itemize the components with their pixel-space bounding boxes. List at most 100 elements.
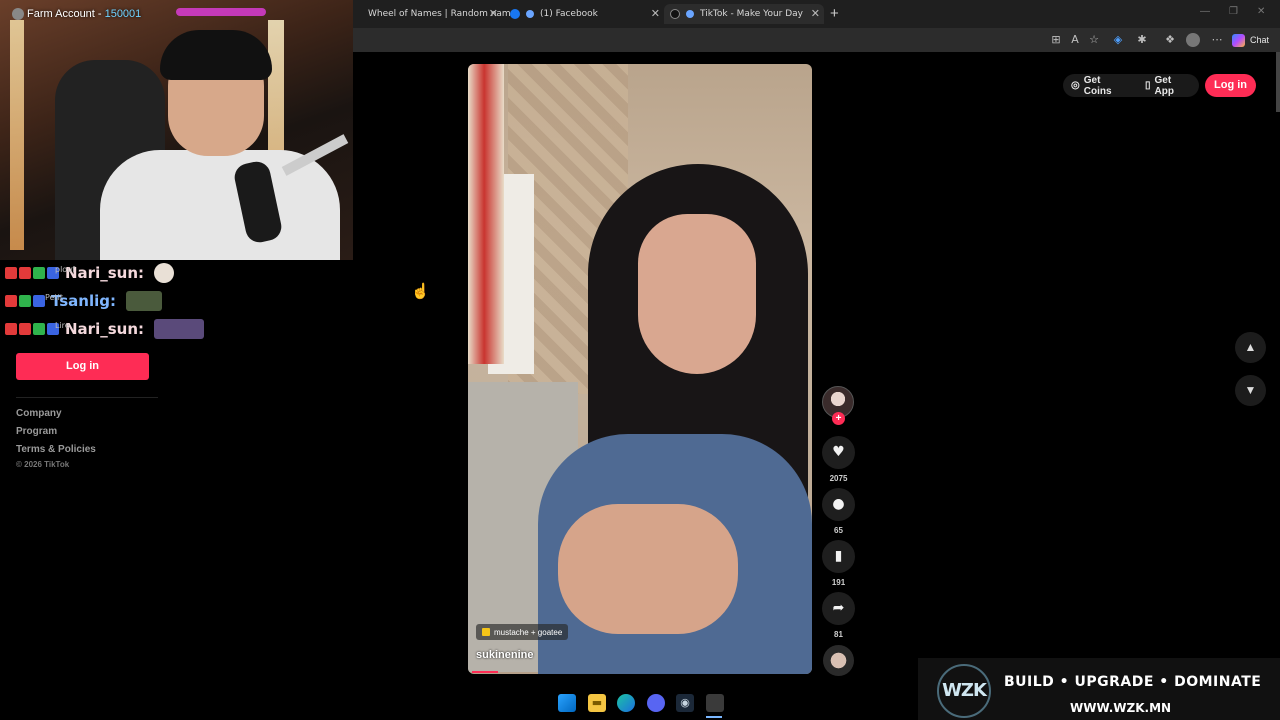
share-icon: ➦: [832, 600, 845, 616]
follow-plus-icon[interactable]: +: [832, 412, 845, 425]
emote-icon: [126, 291, 162, 311]
coin-icon: ◎: [1071, 80, 1080, 91]
header-login-button[interactable]: Log in: [1205, 74, 1256, 97]
video-progress-bar[interactable]: [472, 671, 498, 673]
tab-tiktok[interactable]: TikTok - Make Your Day ✕: [664, 4, 824, 24]
account-text: Farm Account -: [27, 8, 102, 20]
audio-icon: [526, 10, 534, 18]
cam-neon-light: [176, 8, 266, 16]
video-author[interactable]: sukinenine: [476, 649, 533, 661]
file-explorer-icon[interactable]: ▬: [588, 694, 606, 712]
save-button[interactable]: ▮: [822, 540, 855, 573]
new-tab-button[interactable]: +: [830, 5, 839, 22]
get-app-label: Get App: [1154, 74, 1174, 97]
divider: [16, 397, 158, 398]
tab-wheel-of-names[interactable]: Wheel of Names | Random name ✕: [356, 4, 516, 24]
footer-link-terms[interactable]: Terms & Policies: [16, 444, 96, 455]
chat-message: plouf Nari_sun:: [5, 263, 174, 283]
save-count: 191: [831, 578, 846, 587]
video-player[interactable]: [468, 64, 812, 674]
badge-icon: [5, 267, 17, 279]
windows-start-icon[interactable]: [558, 694, 576, 712]
chat-username: Nari_sun:: [65, 264, 144, 282]
heart-badge-icon: [5, 295, 17, 307]
get-app-button[interactable]: ▯ Get App: [1137, 74, 1199, 97]
favorite-star-icon[interactable]: ☆: [1087, 33, 1101, 47]
sub-badge-icon: [33, 267, 45, 279]
effect-icon: [482, 628, 490, 636]
webcam-overlay: Farm Account - 150001: [0, 0, 353, 260]
tiktok-icon: [670, 9, 680, 19]
facebook-icon: [510, 9, 520, 19]
app-icon[interactable]: [706, 694, 724, 712]
heart-badge-icon: [19, 323, 31, 335]
next-video-button[interactable]: ▼: [1235, 375, 1266, 406]
read-aloud-icon[interactable]: A: [1068, 33, 1082, 47]
hand-cursor-icon: ☝: [411, 283, 430, 300]
get-coins-button[interactable]: ◎ Get Coins: [1063, 74, 1137, 97]
wzk-logo: WZK: [937, 664, 991, 718]
phone-icon: ▯: [1145, 80, 1151, 91]
stream-logo-icon: [12, 8, 24, 20]
music-disc-icon[interactable]: [823, 645, 854, 676]
tab-label: TikTok - Make Your Day: [700, 9, 804, 19]
more-menu-icon[interactable]: ⋯: [1210, 33, 1224, 47]
banner-slogan: BUILD • UPGRADE • DOMINATE: [1004, 674, 1262, 690]
share-count: 81: [834, 630, 843, 639]
chat-tiny-text: Petit: [45, 293, 63, 302]
like-button[interactable]: ♥: [822, 436, 855, 469]
chat-label: Chat: [1250, 35, 1270, 45]
like-count: 2075: [829, 474, 848, 483]
minimize-icon[interactable]: —: [1200, 6, 1210, 17]
mod-badge-icon: [33, 295, 45, 307]
footer-link-program[interactable]: Program: [16, 426, 57, 437]
chat-tiny-text: Lire: [55, 321, 70, 330]
steam-icon[interactable]: ◉: [676, 694, 694, 712]
tab-facebook[interactable]: (1) Facebook ✕: [504, 4, 664, 24]
puzzle-icon[interactable]: ✱: [1135, 33, 1149, 47]
close-window-icon[interactable]: ✕: [1257, 6, 1265, 17]
app-grid-icon[interactable]: ⊞: [1049, 33, 1063, 47]
close-icon[interactable]: ✕: [811, 7, 820, 20]
chat-message: Petit Tsanlig:: [5, 291, 162, 311]
extension-icon[interactable]: ◈: [1111, 33, 1125, 47]
video-person-face: [638, 214, 756, 374]
discord-icon[interactable]: [647, 694, 665, 712]
close-icon[interactable]: ✕: [489, 7, 498, 20]
comment-count: 65: [834, 526, 843, 535]
cam-streamer-hair: [160, 30, 272, 80]
edge-browser-icon[interactable]: [617, 694, 635, 712]
effect-tag[interactable]: mustache + goatee: [476, 624, 569, 640]
chat-message: Lire Nari_sun:: [5, 319, 204, 339]
get-coins-label: Get Coins: [1083, 74, 1112, 97]
comment-icon: ●: [832, 496, 845, 512]
share-button[interactable]: ➦: [822, 592, 855, 625]
comment-button[interactable]: ●: [822, 488, 855, 521]
video-curtain: [468, 64, 504, 364]
profile-avatar[interactable]: [1186, 33, 1200, 47]
active-app-indicator: [706, 716, 722, 718]
copilot-chat-button[interactable]: Chat: [1232, 31, 1269, 49]
previous-video-button[interactable]: ▲: [1235, 332, 1266, 363]
sub-badge-icon: [33, 323, 45, 335]
collections-icon[interactable]: ❖: [1163, 33, 1177, 47]
emote-icon: [154, 319, 204, 339]
heart-icon: ♥: [832, 444, 845, 460]
effect-label: mustache + goatee: [494, 627, 563, 637]
badge-icon: [5, 323, 17, 335]
chat-username: Nari_sun:: [65, 320, 144, 338]
windows-taskbar: [0, 688, 918, 720]
copilot-icon: [1232, 33, 1245, 47]
sidebar-login-button[interactable]: Log in: [16, 353, 149, 380]
sub-badge-icon: [19, 295, 31, 307]
chevron-down-icon: ▼: [1244, 383, 1257, 397]
copyright-text: © 2026 TikTok: [16, 460, 70, 469]
bookmark-icon: ▮: [834, 548, 843, 564]
video-person-hand: [558, 504, 738, 634]
stream-account-label: Farm Account - 150001: [12, 8, 141, 20]
footer-link-company[interactable]: Company: [16, 408, 62, 419]
restore-icon[interactable]: ❐: [1229, 6, 1238, 17]
scrollbar[interactable]: [1276, 52, 1280, 112]
close-icon[interactable]: ✕: [651, 7, 660, 20]
chat-tiny-text: plouf: [55, 265, 76, 274]
